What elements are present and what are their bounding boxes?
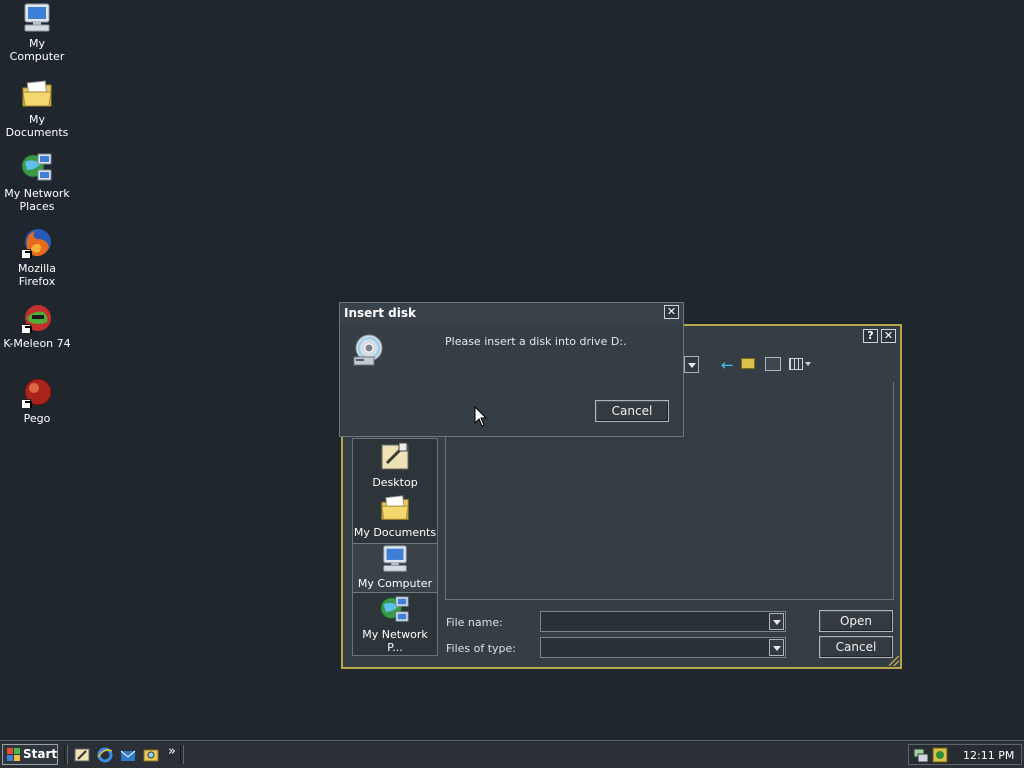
files-of-type-combobox[interactable]	[540, 637, 786, 658]
system-tray: 12:11 PM	[908, 744, 1022, 765]
places-item-label: Desktop	[372, 476, 418, 489]
shortcut-arrow-icon	[21, 249, 31, 259]
places-item-label: My Documents	[353, 526, 437, 539]
taskbar-separator	[180, 745, 184, 764]
desktop-icon-label: K-Meleon 74	[3, 337, 71, 350]
desktop-icon-my-network-places[interactable]: My Network Places	[0, 152, 74, 213]
desktop-icon-label: Mozilla Firefox	[18, 262, 56, 288]
insert-disk-title: Insert disk	[344, 306, 416, 320]
places-bar: Desktop My Documents My Computer My Netw…	[352, 438, 438, 656]
pego-icon	[21, 377, 53, 409]
places-item-my-computer[interactable]: My Computer	[353, 543, 437, 593]
shortcut-arrow-icon	[21, 399, 31, 409]
up-folder-icon[interactable]	[741, 358, 755, 369]
new-folder-icon[interactable]	[765, 357, 781, 371]
internet-explorer-icon	[97, 747, 113, 763]
windows-logo-icon	[7, 748, 20, 761]
places-item-label: My Computer	[357, 577, 433, 590]
desktop-icon-mozilla-firefox[interactable]: Mozilla Firefox	[0, 227, 74, 288]
network-places-icon	[21, 152, 53, 184]
chevron-down-icon[interactable]	[805, 362, 811, 366]
desktop-icon-pego[interactable]: Pego	[0, 377, 74, 425]
cancel-button[interactable]: Cancel	[819, 636, 893, 658]
quick-launch-show-desktop[interactable]	[74, 747, 90, 763]
resize-grip-icon[interactable]	[889, 656, 899, 666]
chevron-down-icon[interactable]	[769, 639, 784, 656]
start-label: Start	[23, 747, 58, 761]
quick-launch-search[interactable]	[143, 747, 159, 763]
places-item-my-network[interactable]: My Network P...	[353, 595, 437, 654]
open-button[interactable]: Open	[819, 610, 893, 632]
documents-folder-icon	[381, 495, 409, 520]
desktop-icon-label: Pego	[23, 412, 51, 425]
quick-launch-outlook[interactable]	[120, 747, 136, 763]
my-computer-icon	[21, 2, 53, 34]
places-item-desktop[interactable]: Desktop	[353, 439, 437, 491]
network-tray-icon[interactable]	[913, 747, 929, 763]
quick-launch-overflow[interactable]: »	[168, 744, 176, 759]
taskbar: Start » 12:11 PM	[0, 740, 1024, 768]
file-name-combobox[interactable]	[540, 611, 786, 632]
insert-disk-dialog: Insert disk ✕ Please insert a disk into …	[339, 302, 684, 437]
mouse-cursor-icon	[474, 406, 488, 427]
desktop-icon-my-computer[interactable]: My Computer	[0, 2, 74, 63]
desktop-icon-label: My Computer	[9, 37, 65, 63]
view-menu-icon[interactable]	[789, 358, 803, 370]
documents-folder-icon	[21, 78, 53, 110]
chevron-down-icon[interactable]	[769, 613, 784, 630]
email-icon	[120, 750, 136, 761]
k-meleon-icon	[21, 302, 53, 334]
back-arrow-icon[interactable]: ←	[721, 356, 734, 374]
cancel-button[interactable]: Cancel	[595, 400, 669, 422]
toolbar: ←	[683, 354, 903, 376]
desktop-icon-label: My Network Places	[4, 187, 70, 213]
places-item-my-documents[interactable]: My Documents	[353, 493, 437, 543]
show-desktop-icon	[74, 748, 90, 762]
quick-launch-ie[interactable]	[97, 747, 113, 763]
my-computer-icon	[383, 545, 407, 572]
insert-disk-message: Please insert a disk into drive D:.	[445, 335, 627, 348]
close-button[interactable]: ✕	[664, 305, 679, 319]
help-button[interactable]: ?	[863, 329, 878, 343]
close-button[interactable]: ✕	[881, 329, 896, 343]
chevron-down-icon[interactable]	[684, 356, 699, 373]
look-in-dropdown[interactable]	[683, 354, 707, 376]
desktop-icon-k-meleon[interactable]: K-Meleon 74	[0, 302, 74, 350]
insert-disk-titlebar: Insert disk ✕	[340, 303, 683, 323]
search-folder-icon	[143, 749, 159, 762]
clock[interactable]: 12:11 PM	[963, 749, 1014, 762]
desktop-icon	[381, 442, 409, 470]
desktop-icon-label: My Documents	[5, 113, 69, 139]
taskbar-separator	[64, 745, 68, 764]
network-places-icon	[380, 596, 409, 622]
shortcut-arrow-icon	[21, 324, 31, 334]
desktop-icon-my-documents[interactable]: My Documents	[0, 78, 74, 139]
firefox-icon	[21, 227, 53, 259]
start-button[interactable]: Start	[2, 744, 58, 765]
files-of-type-label: Files of type:	[446, 642, 517, 655]
file-name-label: File name:	[446, 616, 503, 629]
places-item-label: My Network P...	[362, 628, 428, 654]
cd-drive-icon	[352, 333, 384, 367]
security-tray-icon[interactable]	[932, 747, 948, 763]
